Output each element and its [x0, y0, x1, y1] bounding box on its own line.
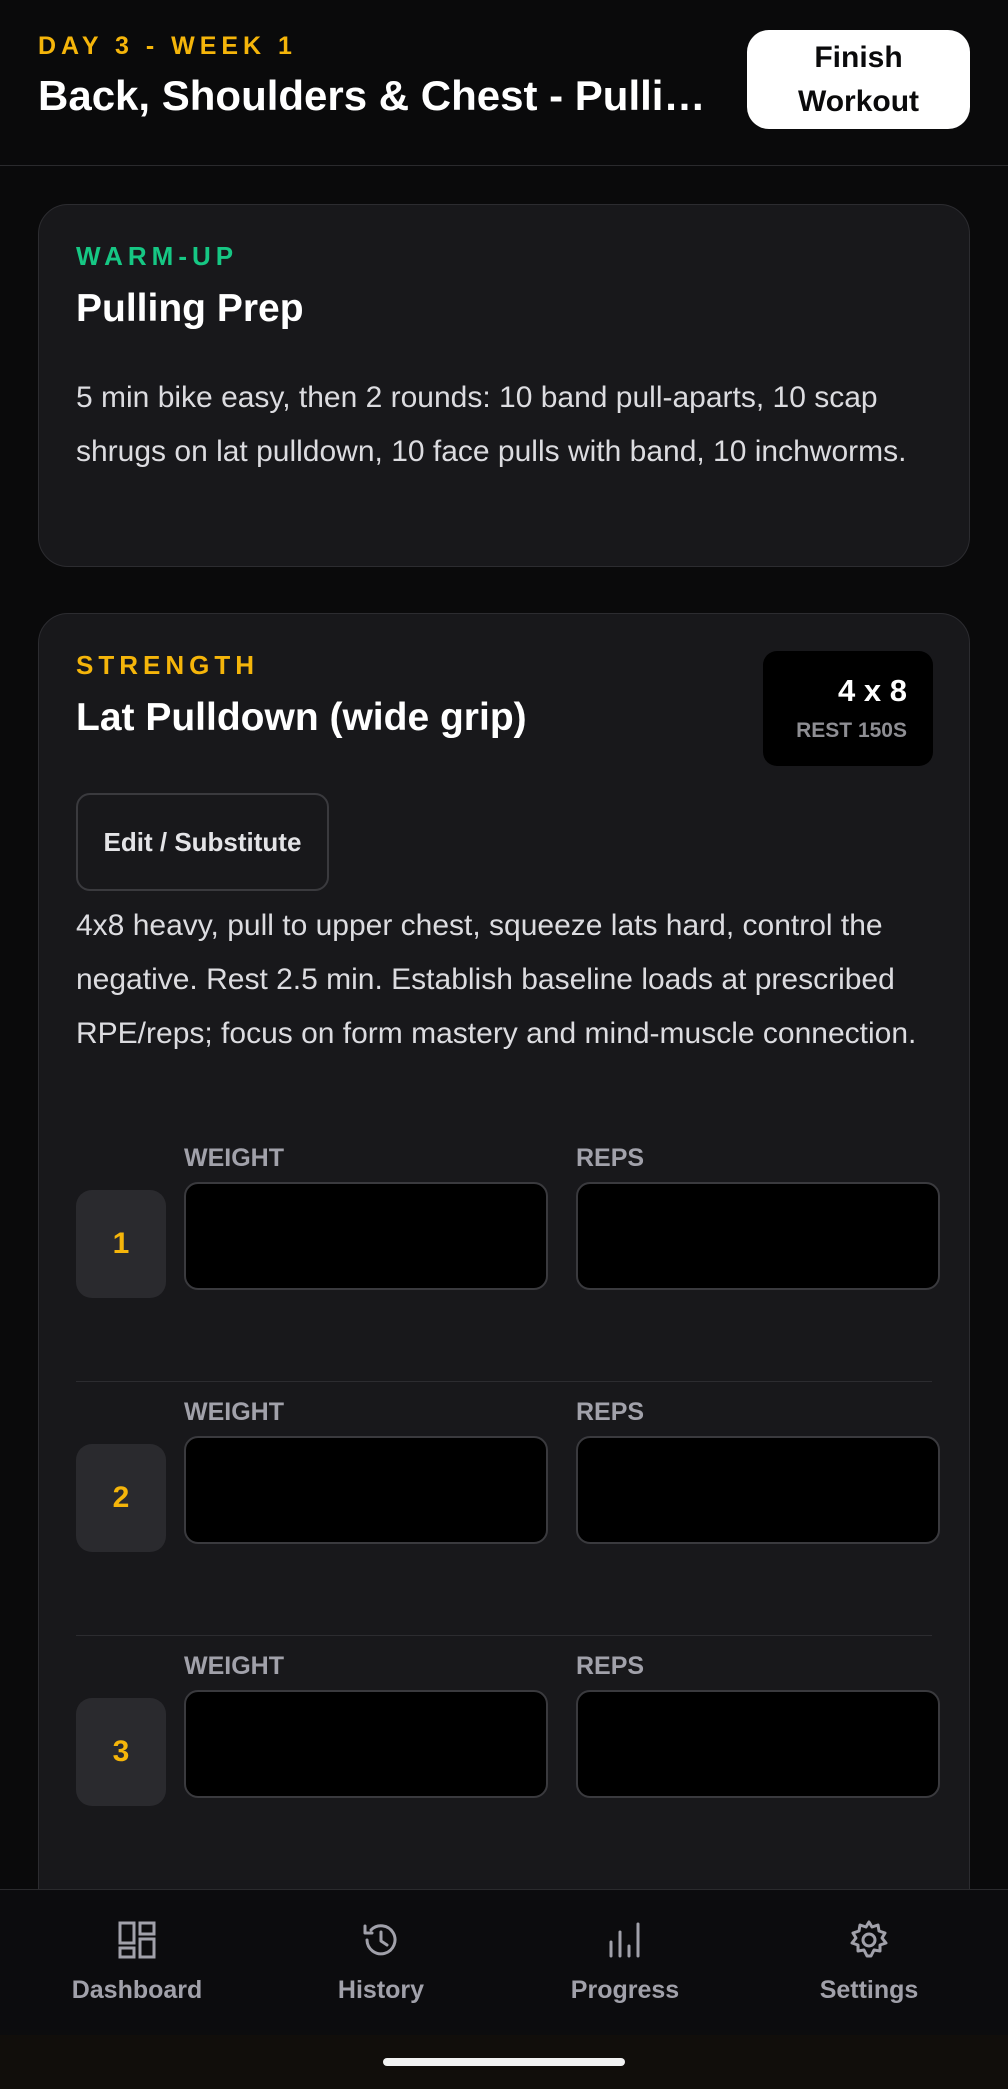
finish-workout-button[interactable]: Finish Workout — [747, 30, 970, 129]
system-home-area — [0, 2035, 1008, 2089]
reps-label: REPS — [576, 1652, 645, 1680]
nav-item-history[interactable]: History — [255, 1890, 507, 2036]
weight-label: WEIGHT — [184, 1144, 284, 1172]
set-number: 3 — [76, 1698, 166, 1806]
home-indicator[interactable] — [383, 2058, 625, 2066]
nav-label-dashboard: Dashboard — [71, 1976, 203, 2004]
nav-label-settings: Settings — [819, 1976, 919, 2004]
warmup-description: 5 min bike easy, then 2 rounds: 10 band … — [76, 381, 907, 468]
dashboard-icon — [118, 1921, 156, 1959]
history-icon — [363, 1924, 397, 1956]
workout-header: DAY 3 - WEEK 1 Back, Shoulders & Chest -… — [0, 0, 1008, 166]
warmup-card: WARM-UP Pulling Prep 5 min bike easy, th… — [38, 204, 970, 567]
edit-substitute-button[interactable]: Edit / Substitute — [76, 793, 329, 891]
set-number: 1 — [76, 1190, 166, 1298]
progress-icon — [609, 1922, 640, 1958]
set-number: 2 — [76, 1444, 166, 1552]
workout-title: Back, Shoulders & Chest - Pulli… — [38, 72, 706, 119]
nav-item-dashboard[interactable]: Dashboard — [11, 1890, 263, 2036]
reps-input[interactable] — [576, 1182, 940, 1290]
warmup-title: Pulling Prep — [76, 287, 304, 330]
weight-label: WEIGHT — [184, 1652, 284, 1680]
set-scheme-badge: 4 x 8 REST 150S — [763, 651, 933, 766]
exercise-description: 4x8 heavy, pull to upper chest, squeeze … — [76, 909, 917, 1050]
workout-screen: DAY 3 - WEEK 1 Back, Shoulders & Chest -… — [0, 0, 1008, 2089]
reps-label: REPS — [576, 1144, 645, 1172]
exercise-title: Lat Pulldown (wide grip) — [76, 696, 527, 739]
nav-item-settings[interactable]: Settings — [743, 1890, 995, 2036]
workout-content[interactable]: WARM-UP Pulling Prep 5 min bike easy, th… — [0, 167, 1008, 1889]
set-row: 1 WEIGHT REPS — [76, 1124, 940, 1304]
exercise-card: STRENGTH Lat Pulldown (wide grip) 4 x 8 … — [38, 613, 970, 1889]
nav-label-history: History — [337, 1976, 425, 2004]
workout-day-week: DAY 3 - WEEK 1 — [38, 32, 297, 60]
nav-item-progress[interactable]: Progress — [499, 1890, 751, 2036]
bottom-nav: Dashboard History Progress Settings — [0, 1889, 1008, 2035]
weight-input[interactable] — [184, 1436, 548, 1544]
settings-icon — [850, 1920, 888, 1958]
weight-input[interactable] — [184, 1690, 548, 1798]
strength-kicker: STRENGTH — [76, 650, 259, 680]
reps-input[interactable] — [576, 1690, 940, 1798]
set-row: 3 WEIGHT REPS — [76, 1632, 940, 1812]
warmup-kicker: WARM-UP — [76, 241, 239, 271]
rest-time: REST 150S — [796, 719, 907, 742]
weight-input[interactable] — [184, 1182, 548, 1290]
reps-label: REPS — [576, 1398, 645, 1426]
set-row: 2 WEIGHT REPS — [76, 1378, 940, 1558]
nav-label-progress: Progress — [570, 1976, 680, 2004]
sets-reps: 4 x 8 — [838, 673, 907, 708]
weight-label: WEIGHT — [184, 1398, 284, 1426]
reps-input[interactable] — [576, 1436, 940, 1544]
